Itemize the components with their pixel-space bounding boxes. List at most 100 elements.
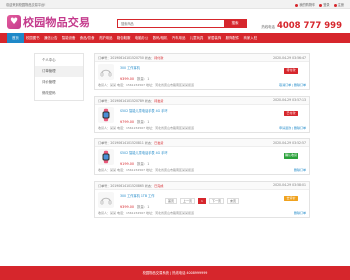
order-date: 2020-04-29 03:52:57: [273, 140, 306, 145]
nav-item[interactable]: 食品/饮食: [78, 33, 97, 43]
footer: 校园物品交易系统 | 热线电话 4008999999: [0, 266, 350, 280]
order-header: 订单号：20190614101520865 状态：已完成 2020-04-29 0…: [95, 181, 309, 190]
pagination: 首页 上一页 1 下一页 末页: [94, 198, 310, 204]
logo[interactable]: ♥ 校园物品交易: [7, 14, 90, 30]
product-name[interactable]: S502 智能儿童电话手表 4G 手环: [120, 150, 168, 155]
order-body: S502 智能儿童电话手表 4G 手环 ¥199.00 数量：1 确认收货: [98, 148, 306, 166]
price-value: ¥399.00: [120, 77, 135, 81]
order-footer: 收货人：某某 电话：1561234567 地址：河北省唐山市路南区某某街道 申请退…: [98, 126, 306, 130]
shipping-info: 收货人：某某 电话：1561234567 地址：河北省唐山市路南区某某街道: [98, 168, 194, 172]
login-link[interactable]: 登录: [319, 2, 330, 7]
register-icon: [333, 3, 337, 7]
nav-item[interactable]: 洗护用品: [97, 33, 115, 43]
nav-item[interactable]: 儿童玩具: [188, 33, 206, 43]
nav-item[interactable]: 服饰配件: [223, 33, 241, 43]
hotline: 热线电话 4008 777 999: [261, 21, 342, 31]
logo-bag-icon: ♥: [7, 15, 21, 29]
order-body: 300 工作耳机 ¥399.00 数量：1 待付款: [98, 63, 306, 81]
order-footer: 收货人：某某 电话：1561234567 地址：河北省唐山市路南区某某街道 删除订…: [98, 168, 306, 172]
smartwatch-image[interactable]: [98, 106, 114, 123]
product-price: ¥799.00 数量：1: [120, 119, 149, 124]
nav-item[interactable]: 商家入驻: [241, 33, 259, 43]
hotline-label: 热线电话: [261, 25, 275, 29]
nav-item[interactable]: 智能设备: [60, 33, 78, 43]
order-card: 订单号：20190614101520750 状态：待付款 2020-04-29 0…: [94, 53, 310, 90]
order-footer: 收货人：某某 电话：1561234567 地址：河北省唐山市路南区某某街道 取消订…: [98, 83, 306, 87]
order-header: 订单号：20190614101520811 状态：已发货 2020-04-29 0…: [95, 139, 309, 147]
quantity: 数量：1: [137, 204, 150, 209]
cart-icon: [295, 3, 299, 7]
pager-prev[interactable]: 上一页: [180, 198, 196, 204]
order-links[interactable]: 申请退款 | 删除订单: [279, 126, 306, 130]
order-links[interactable]: 删除订单: [294, 168, 306, 172]
search-button[interactable]: 搜索: [224, 20, 246, 27]
product-price: ¥199.00 数量：1: [120, 161, 149, 166]
price-value: ¥799.00: [120, 119, 135, 124]
nav-item[interactable]: 家居装饰: [205, 33, 223, 43]
order-card: 订单号：20190614101520811 状态：已发货 2020-04-29 0…: [94, 138, 310, 175]
quantity: 数量：1: [137, 119, 150, 124]
order-number-status: 订单号：20190614101520789 状态：待发货: [98, 98, 164, 103]
smartwatch-image[interactable]: [98, 149, 114, 165]
order-number: 订单号：20190614101520750: [98, 56, 144, 60]
sidebar-item-password[interactable]: 修改密码: [35, 88, 83, 99]
order-status: 待发货: [154, 98, 164, 103]
nav-item[interactable]: 通信公告: [42, 33, 60, 43]
product-name[interactable]: 300 工作耳机: [120, 65, 140, 70]
order-number: 订单号：20190614101520789: [98, 98, 144, 103]
sidebar-item-profile[interactable]: 个人中心: [35, 55, 83, 66]
hotline-number: 4008 777 999: [276, 21, 342, 31]
product-name[interactable]: S502 智能儿童电话手表 4G 手环: [120, 108, 168, 113]
pager-next[interactable]: 下一页: [208, 198, 224, 204]
order-status: 待付款: [154, 56, 164, 60]
logo-text: 校园物品交易: [23, 16, 91, 29]
earphone-image[interactable]: [98, 64, 114, 80]
search-input[interactable]: [118, 20, 224, 27]
order-body: S502 智能儿童电话手表 4G 手环 ¥799.00 数量：1 已付款: [98, 106, 306, 124]
pager-first[interactable]: 首页: [165, 198, 178, 204]
shipping-info: 收货人：某某 电话：1561234567 地址：河北省唐山市路南区某某街道: [98, 210, 194, 215]
sidebar-item-orders[interactable]: 订单管理: [35, 66, 83, 77]
order-links[interactable]: 取消订单 | 删除订单: [279, 83, 306, 87]
order-status: 已完成: [154, 183, 164, 188]
order-action-button[interactable]: 已付款: [284, 110, 298, 116]
quantity: 数量：1: [137, 77, 150, 81]
order-action-button[interactable]: 待付款: [284, 68, 298, 74]
login-link-label: 登录: [323, 3, 330, 7]
cart-link[interactable]: 我的购物车: [295, 2, 315, 7]
order-header: 订单号：20190614101520750 状态：待付款 2020-04-29 0…: [95, 54, 309, 62]
search-bar: 搜索: [117, 19, 247, 28]
nav-item[interactable]: 数码/相机: [151, 33, 170, 43]
pager-page[interactable]: 1: [198, 198, 206, 204]
nav-item[interactable]: 汽车用品: [170, 33, 188, 43]
nav-item[interactable]: 箱包鞋服: [115, 33, 133, 43]
pager-last[interactable]: 末页: [226, 198, 239, 204]
order-links[interactable]: 删除订单: [294, 211, 306, 215]
order-header: 订单号：20190614101520789 状态：待发货 2020-04-29 0…: [95, 96, 309, 105]
top-links: 我的购物车 登录 注册: [295, 2, 344, 7]
product-price: ¥399.00 数量：1: [120, 76, 149, 81]
price-value: ¥199.00: [120, 162, 135, 166]
register-link-label: 注册: [337, 3, 344, 7]
main-area: 个人中心 订单管理 评价管理 修改密码 订单号：2019061410152075…: [0, 53, 350, 266]
header: ♥ 校园物品交易 搜索 热线电话 4008 777 999: [0, 9, 350, 33]
order-date: 2020-04-29 03:58:01: [273, 183, 306, 187]
nav-item[interactable]: 电脑办公: [133, 33, 151, 43]
order-number-status: 订单号：20190614101520750 状态：待付款: [98, 56, 164, 60]
quantity: 数量：1: [137, 162, 150, 166]
order-date: 2020-04-29 03:56:47: [273, 55, 306, 60]
nav-item[interactable]: 校园图书: [24, 33, 42, 43]
order-action-button[interactable]: 确认收货: [284, 153, 298, 159]
sidebar-item-reviews[interactable]: 评价管理: [35, 77, 83, 88]
order-number-status: 订单号：20190614101520811 状态：已发货: [98, 141, 164, 145]
user-icon: [319, 3, 323, 7]
register-link[interactable]: 注册: [333, 2, 344, 7]
nav-item-home[interactable]: 首页: [7, 33, 24, 43]
order-card: 订单号：20190614101520789 状态：待发货 2020-04-29 0…: [94, 95, 310, 133]
product-name[interactable]: 300 工作耳机 1TB 工作: [120, 193, 154, 198]
main-nav: 首页 校园图书 通信公告 智能设备 食品/饮食 洗护用品 箱包鞋服 电脑办公 数…: [0, 33, 350, 43]
welcome-text: 欢迎来到校园物品交易平台!: [6, 3, 46, 7]
cart-link-label: 我的购物车: [299, 3, 316, 7]
order-number: 订单号：20190614101520865: [98, 183, 144, 188]
order-number-status: 订单号：20190614101520865 状态：已完成: [98, 183, 164, 188]
